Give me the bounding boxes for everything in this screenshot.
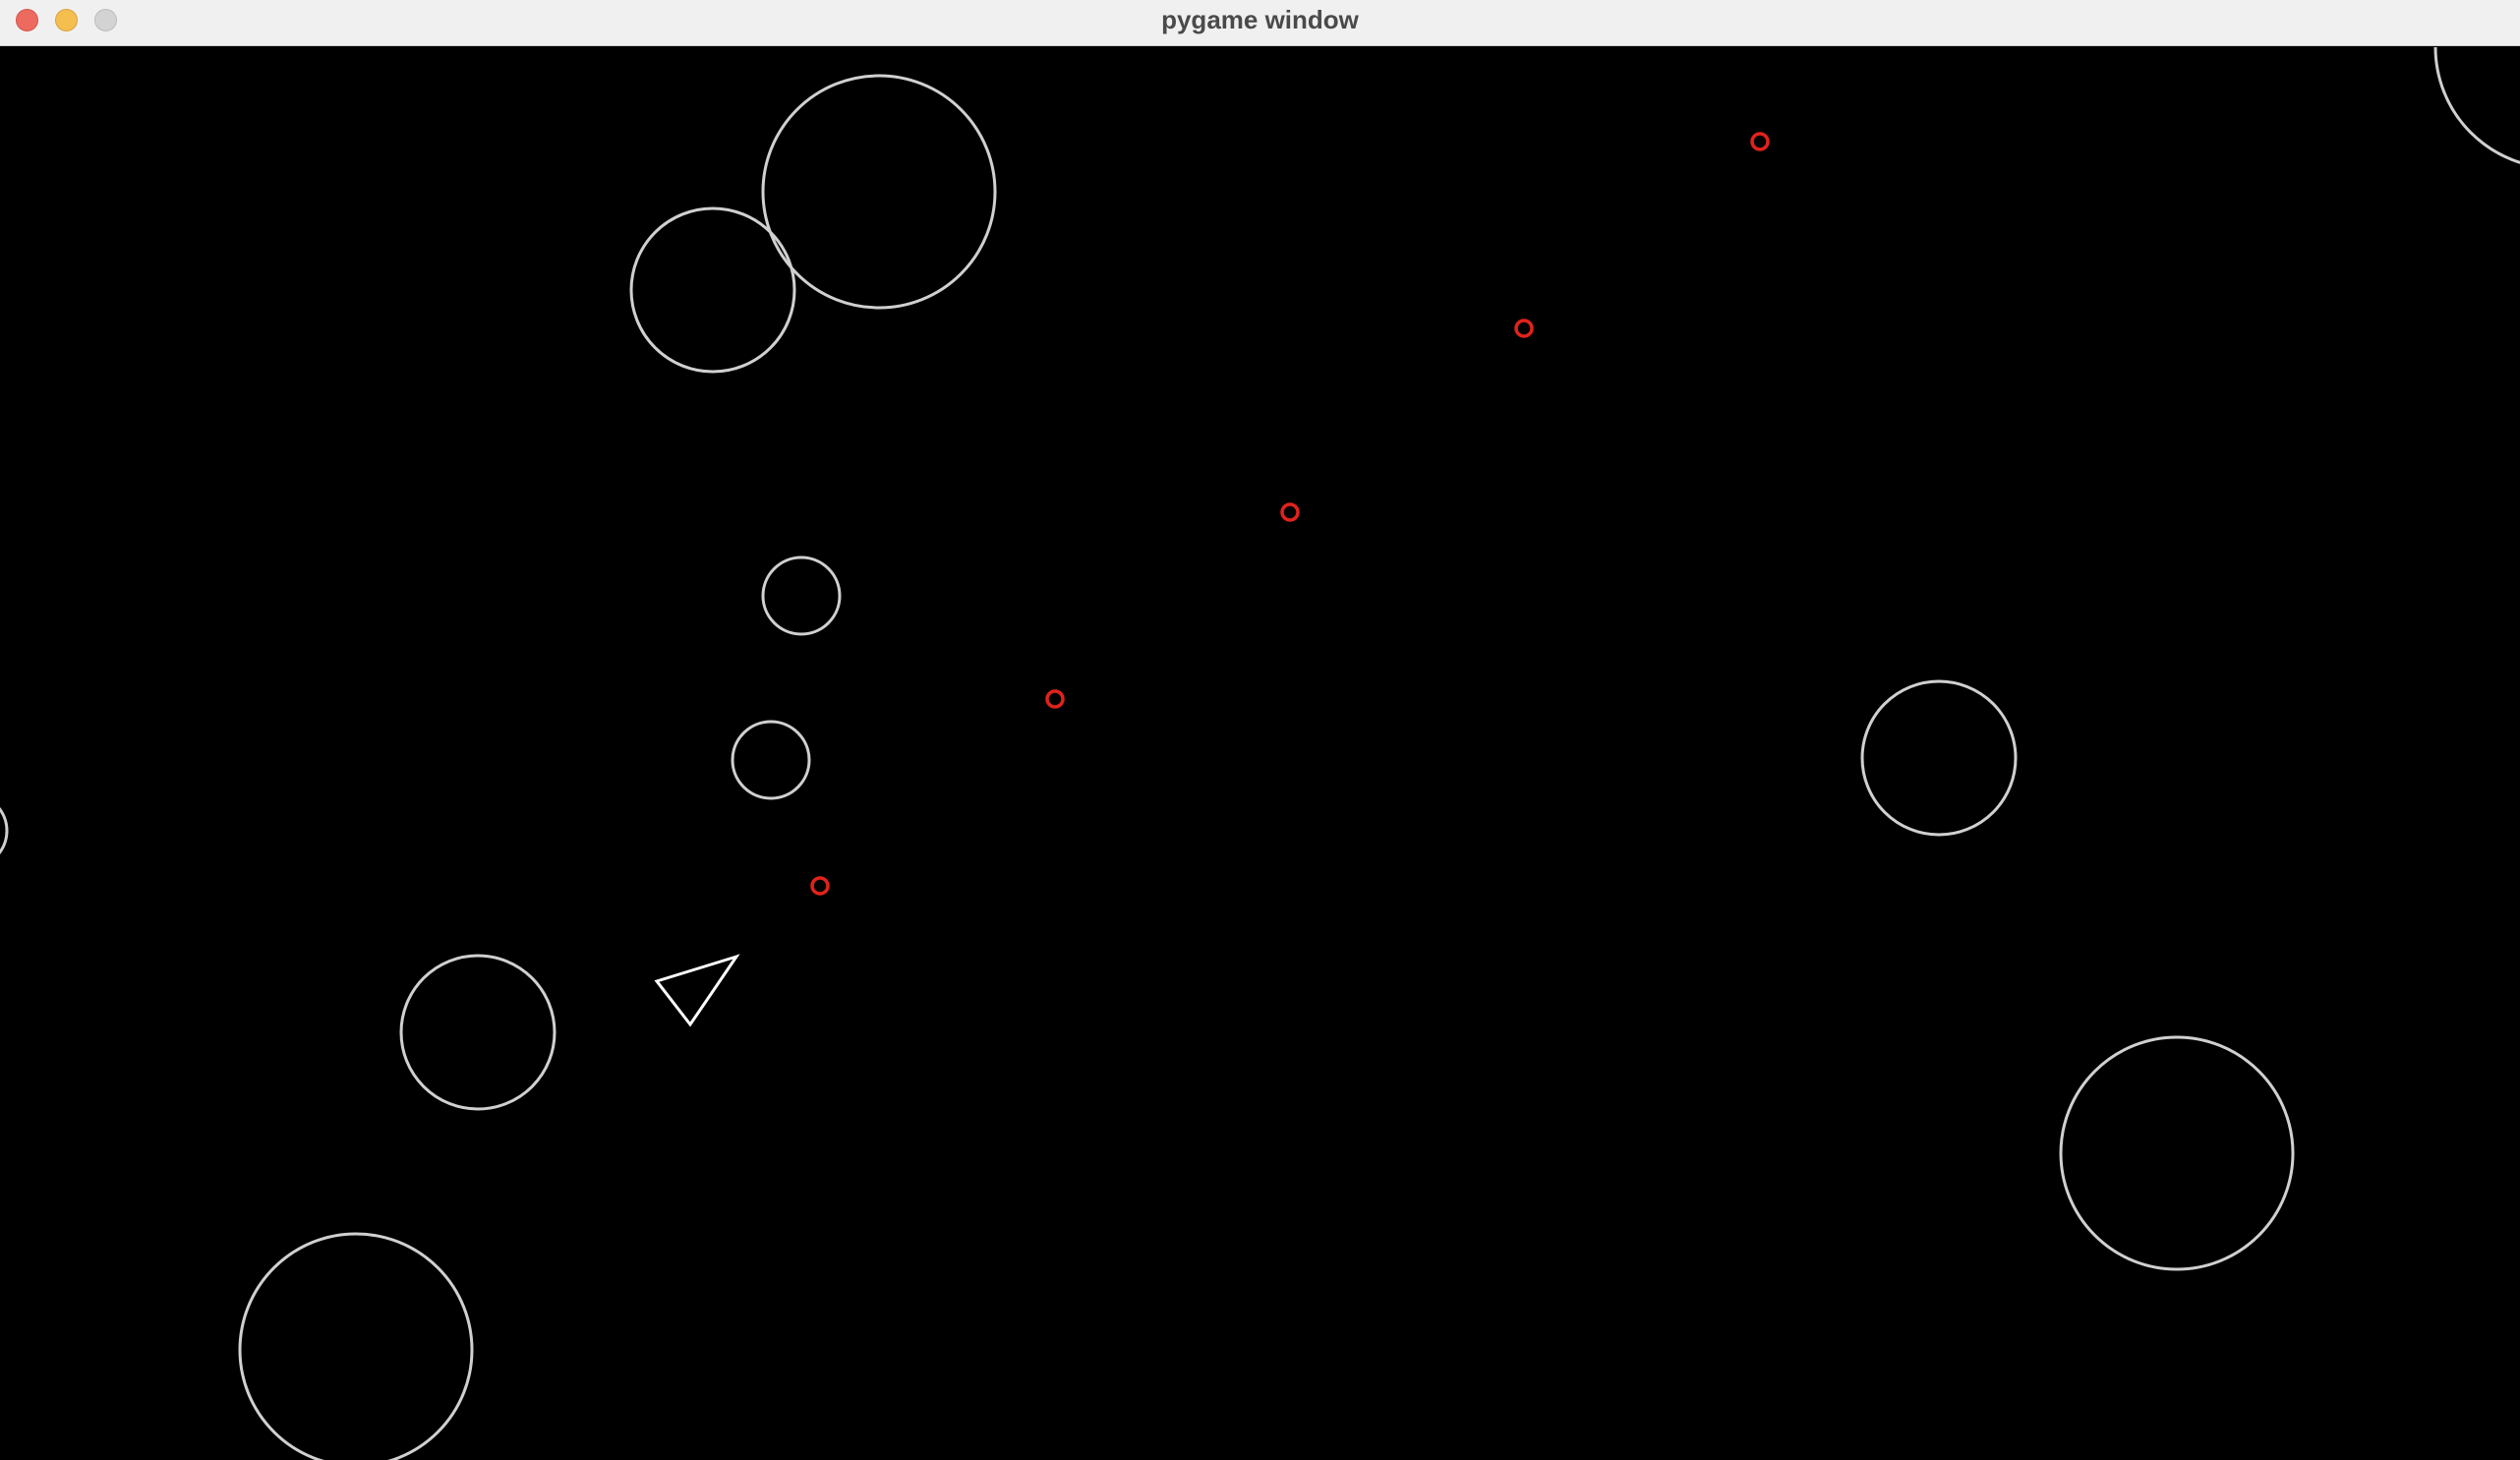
asteroid <box>2059 1035 2295 1271</box>
bullet <box>810 876 830 896</box>
asteroid <box>0 806 9 855</box>
bullet-layer <box>810 132 1770 896</box>
bullet <box>1280 502 1300 522</box>
window-title: pygame window <box>1161 5 1359 34</box>
asteroid-layer <box>0 47 2520 1460</box>
asteroid <box>2433 47 2520 164</box>
bullet <box>1514 319 1534 338</box>
asteroid <box>761 74 997 310</box>
pygame-window: pygame window <box>0 0 2520 1460</box>
asteroid <box>629 206 796 374</box>
game-scene <box>0 47 2520 1460</box>
asteroid <box>1860 679 2018 837</box>
game-canvas[interactable] <box>0 47 2520 1460</box>
title-bar[interactable]: pygame window <box>0 0 2520 46</box>
bullet <box>1750 132 1770 151</box>
bullet <box>1045 689 1065 709</box>
asteroid <box>238 1232 474 1460</box>
asteroid <box>399 954 557 1111</box>
asteroid <box>761 555 842 636</box>
asteroid <box>731 720 811 800</box>
player-ship <box>654 954 740 1027</box>
